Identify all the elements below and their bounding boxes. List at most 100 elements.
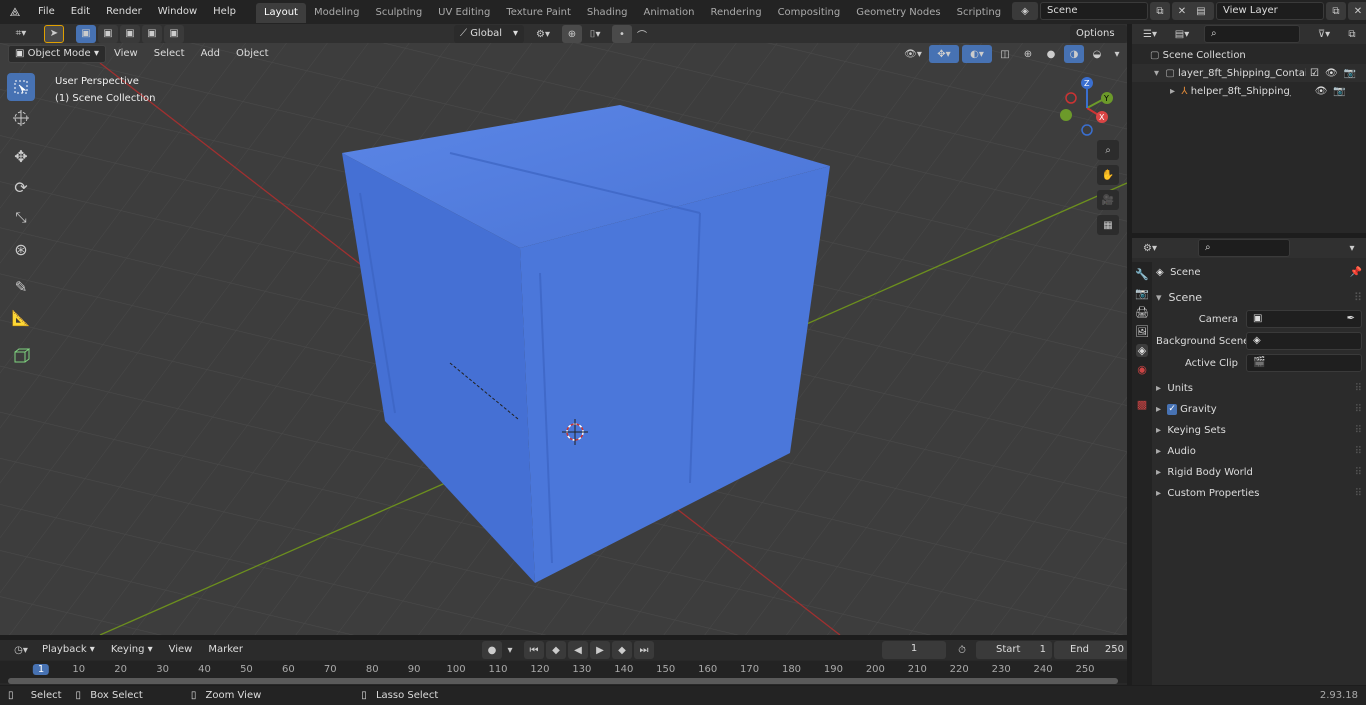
camera-view-icon[interactable]: 🎥 <box>1097 190 1119 210</box>
next-keyframe-icon[interactable]: ◆ <box>612 641 632 659</box>
world-tab-icon[interactable]: ◉ <box>1137 363 1147 376</box>
drag-handle-icon[interactable]: ⠿ <box>1355 399 1362 420</box>
falloff-icon[interactable]: ⌒ <box>632 25 652 43</box>
timeline-menu-marker[interactable]: Marker <box>200 640 251 660</box>
ortho-grid-icon[interactable]: ▦ <box>1097 215 1119 235</box>
tab-texture-paint[interactable]: Texture Paint <box>498 3 579 23</box>
mode-extend-icon[interactable]: ▣ <box>98 24 118 43</box>
current-frame-field[interactable]: 1 <box>882 641 946 659</box>
zoom-icon[interactable]: ⌕ <box>1097 140 1119 160</box>
menu-help[interactable]: Help <box>205 0 244 24</box>
blender-logo-icon[interactable]: ⟁ <box>0 5 30 20</box>
view-layer-icon[interactable]: ▤ <box>1188 2 1214 20</box>
timeline-menu-view[interactable]: View <box>161 640 201 660</box>
output-tab-icon[interactable]: 🖨 <box>1135 306 1149 319</box>
menu-render[interactable]: Render <box>98 0 150 24</box>
record-icon[interactable]: ● <box>482 641 502 659</box>
shading-options-chevron-icon[interactable]: ▾ <box>1110 45 1124 63</box>
tab-shading[interactable]: Shading <box>579 3 636 23</box>
outliner-item-helper[interactable]: ▸ ⅄ helper_8ft_Shipping_Con 👁 📷 <box>1132 82 1366 100</box>
tab-scripting[interactable]: Scripting <box>949 3 1009 23</box>
add-cube-tool-icon[interactable] <box>7 342 35 370</box>
vp-menu-add[interactable]: Add <box>193 43 228 65</box>
eye-icon[interactable]: 👁 <box>1325 68 1338 79</box>
outliner-editor-icon[interactable]: ☰▾ <box>1136 25 1164 43</box>
prev-keyframe-icon[interactable]: ◆ <box>546 641 566 659</box>
camera-render-icon[interactable]: 📷 <box>1333 86 1345 97</box>
new-scene-icon[interactable]: ⧉ <box>1150 2 1170 20</box>
gizmo-toggle-icon[interactable]: ✥▾ <box>929 45 959 63</box>
record-options-icon[interactable]: ▾ <box>504 641 516 659</box>
filter-icon[interactable]: ⊽▾ <box>1310 25 1338 43</box>
drag-handle-icon[interactable]: ⠿ <box>1355 462 1362 483</box>
rotate-tool-icon[interactable]: ⟳ <box>7 173 35 201</box>
tab-layout[interactable]: Layout <box>255 3 306 23</box>
vp-menu-object[interactable]: Object <box>228 43 277 65</box>
tab-modeling[interactable]: Modeling <box>306 3 368 23</box>
timeline-menu-keying[interactable]: Keying ▾ <box>103 640 161 660</box>
drag-handle-icon[interactable]: ⠿ <box>1355 483 1362 504</box>
tab-sculpting[interactable]: Sculpting <box>367 3 430 23</box>
properties-editor-icon[interactable]: ⚙▾ <box>1136 239 1164 257</box>
mode-intersect-icon[interactable]: ▣ <box>164 24 184 43</box>
camera-render-icon[interactable]: 📷 <box>1344 68 1356 79</box>
view-layer-field[interactable]: View Layer <box>1216 2 1324 20</box>
new-view-layer-icon[interactable]: ⧉ <box>1326 2 1346 20</box>
mode-dropdown[interactable]: ▣ Object Mode ▾ <box>8 45 106 63</box>
pivot-icon[interactable]: ⚙▾ <box>528 25 558 43</box>
menu-edit[interactable]: Edit <box>63 0 98 24</box>
section-keying-sets[interactable]: ▸ Keying Sets ⠿ <box>1156 420 1362 441</box>
measure-tool-icon[interactable]: 📐 <box>7 304 35 332</box>
select-tool-icon[interactable]: ➤ <box>44 24 64 43</box>
outliner-item-container[interactable]: ▾ ▢ layer_8ft_Shipping_Container ☑ 👁 📷 <box>1132 64 1366 82</box>
overlay-toggle-icon[interactable]: ◐▾ <box>962 45 992 63</box>
expand-arrow-icon[interactable]: ▾ <box>1154 68 1165 79</box>
display-mode-icon[interactable]: ▤▾ <box>1168 25 1196 43</box>
orientation-dropdown[interactable]: ⟋ Global ▾ <box>454 25 524 43</box>
gravity-checkbox-icon[interactable]: ✓ <box>1167 404 1177 415</box>
drag-handle-icon[interactable]: ⠿ <box>1355 441 1362 462</box>
jump-end-icon[interactable]: ⏭ <box>634 641 654 659</box>
properties-options-chevron-icon[interactable]: ▾ <box>1342 239 1362 257</box>
pin-icon[interactable]: 📌 <box>1350 262 1362 283</box>
section-audio[interactable]: ▸ Audio ⠿ <box>1156 441 1362 462</box>
view-layer-tab-icon[interactable]: 🖼 <box>1135 325 1149 338</box>
active-clip-field[interactable]: 🎬 <box>1246 354 1362 372</box>
tab-geometry-nodes[interactable]: Geometry Nodes <box>848 3 948 23</box>
jump-start-icon[interactable]: ⏮ <box>524 641 544 659</box>
navigation-gizmo[interactable]: Z Y X <box>1052 73 1122 143</box>
snap-target-icon[interactable]: ⌷▾ <box>582 25 608 43</box>
scene-panel-header[interactable]: ▾ Scene ⠿ <box>1156 287 1362 308</box>
new-collection-icon[interactable]: ⧉ <box>1342 25 1362 43</box>
section-rigid-body-world[interactable]: ▸ Rigid Body World ⠿ <box>1156 462 1362 483</box>
timeline-menu-playback[interactable]: Playback ▾ <box>34 640 103 660</box>
editor-type-icon[interactable]: ⌗▾ <box>6 25 36 43</box>
tab-uv-editing[interactable]: UV Editing <box>430 3 498 23</box>
timeline-editor-icon[interactable]: ◷▾ <box>8 641 34 659</box>
camera-field[interactable]: ▣ ✒ <box>1246 310 1362 328</box>
3d-viewport[interactable]: User Perspective (1) Scene Collection ✥ … <box>0 43 1127 635</box>
material-shading-icon[interactable]: ◑ <box>1064 45 1084 63</box>
checkbox-icon[interactable]: ☑ <box>1310 68 1319 79</box>
timeline-scrollbar[interactable] <box>8 678 1118 684</box>
delete-view-layer-icon[interactable]: ✕ <box>1348 2 1366 20</box>
section-units[interactable]: ▸ Units ⠿ <box>1156 378 1362 399</box>
mode-invert-icon[interactable]: ▣ <box>142 24 162 43</box>
select-box-icon[interactable] <box>7 73 35 101</box>
drag-handle-icon[interactable]: ⠿ <box>1355 420 1362 441</box>
pan-hand-icon[interactable]: ✋ <box>1097 165 1119 185</box>
wireframe-shading-icon[interactable]: ⊕ <box>1018 45 1038 63</box>
rendered-shading-icon[interactable]: ◒ <box>1087 45 1107 63</box>
texture-tab-icon[interactable]: ▩ <box>1137 398 1147 411</box>
proportional-edit-icon[interactable]: • <box>612 25 632 43</box>
drag-handle-icon[interactable]: ⠿ <box>1355 378 1362 399</box>
scene-name-field[interactable]: Scene <box>1040 2 1148 20</box>
scene-tab-icon[interactable]: ◈ <box>1135 344 1149 357</box>
move-tool-icon[interactable]: ✥ <box>7 142 35 170</box>
eye-icon[interactable]: 👁 <box>1315 86 1328 97</box>
xray-icon[interactable]: ◫ <box>995 45 1015 63</box>
expand-arrow-icon[interactable]: ▸ <box>1170 86 1181 97</box>
menu-file[interactable]: File <box>30 0 63 24</box>
vp-menu-view[interactable]: View <box>106 43 146 65</box>
vp-menu-select[interactable]: Select <box>146 43 193 65</box>
